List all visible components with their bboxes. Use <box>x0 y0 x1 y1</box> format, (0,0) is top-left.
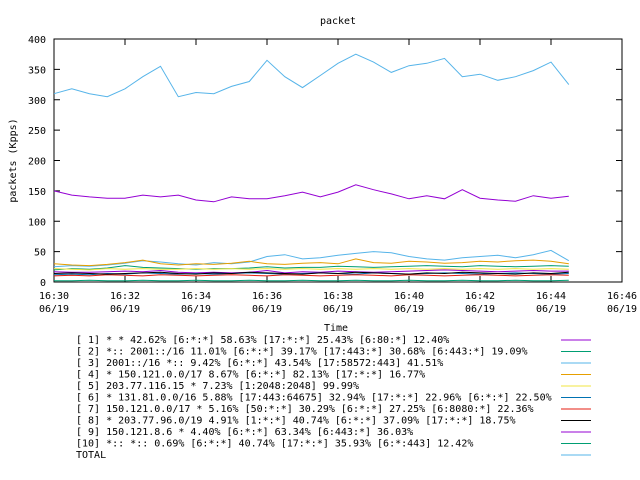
y-axis-label: packets (Kpps) <box>8 118 19 202</box>
x-tick-label-date: 06/19 <box>394 304 424 315</box>
x-tick-label-date: 06/19 <box>181 304 211 315</box>
series-line-9 <box>53 184 569 203</box>
x-tick-label-time: 16:44 <box>536 291 566 302</box>
x-tick-label-date: 06/19 <box>607 304 637 315</box>
legend-entry-label: [10] *:: *:: 0.69% [6:*:*] 40.74% [17:*:… <box>76 439 473 450</box>
x-tick-label-date: 06/19 <box>110 304 140 315</box>
x-tick-label-time: 16:46 <box>607 291 637 302</box>
y-tick-label: 50 <box>34 248 46 259</box>
chart-title: packet <box>320 16 356 27</box>
series-line-5 <box>53 268 569 271</box>
series-line-1 <box>53 269 569 274</box>
x-tick-label-date: 06/19 <box>536 304 566 315</box>
x-tick-label-time: 16:36 <box>252 291 282 302</box>
x-tick-label-date: 06/19 <box>465 304 495 315</box>
y-tick-label: 0 <box>40 278 46 289</box>
x-tick-label-time: 16:32 <box>110 291 140 302</box>
x-tick-label-date: 06/19 <box>39 304 69 315</box>
plot-border <box>53 38 623 283</box>
x-tick-label-time: 16:42 <box>465 291 495 302</box>
x-tick-label-time: 16:40 <box>394 291 424 302</box>
y-tick-label: 400 <box>28 35 46 46</box>
y-tick-label: 250 <box>28 126 46 137</box>
legend-entry-label: [ 2] *:: 2001::/16 11.01% [6:*:*] 39.17%… <box>76 347 528 358</box>
legend-entry-label: [ 7] 150.121.0.0/17 * 5.16% [50:*:*] 30.… <box>76 404 534 415</box>
x-tick-label-time: 16:34 <box>181 291 211 302</box>
packet-chart: packet packets (Kpps) Time 0 50 100 150 200 2… <box>8 16 637 461</box>
legend-entry-label: [ 4] * 150.121.0.0/17 8.67% [6:*:*] 82.1… <box>76 370 425 381</box>
y-tick-label: 100 <box>28 217 46 228</box>
legend-entry-label: [ 3] 2001::/16 *:: 9.42% [6:*:*] 43.54% … <box>76 358 443 369</box>
y-tick-label: 200 <box>28 157 46 168</box>
legend-entry-label: [ 6] * 131.81.0.0/16 5.88% [17:443:64675… <box>76 393 552 404</box>
x-axis-label: Time <box>324 323 348 334</box>
x-tick-label-date: 06/19 <box>323 304 353 315</box>
y-axis-ticks: 0 50 100 150 200 250 300 350 400 <box>28 35 622 289</box>
legend-entry-label: TOTAL <box>76 450 106 461</box>
series-line-7 <box>53 274 569 277</box>
x-tick-label-time: 16:30 <box>39 291 69 302</box>
legend: [ 1] * * 42.62% [6:*:*] 58.63% [17:*:*] … <box>76 335 591 461</box>
plot-frame <box>53 38 623 283</box>
legend-entry-label: [ 9] 150.121.8.6 * 4.40% [6:*:*] 63.34% … <box>76 427 413 438</box>
y-tick-label: 300 <box>28 96 46 107</box>
y-tick-label: 150 <box>28 187 46 198</box>
series-lines <box>53 53 570 282</box>
x-tick-label-date: 06/19 <box>252 304 282 315</box>
legend-entry-label: [ 8] * 203.77.96.0/19 4.91% [1:*:*] 40.7… <box>76 416 516 427</box>
series-line-10 <box>54 279 569 282</box>
legend-entry-label: [ 5] 203.77.116.15 * 7.23% [1:2048:2048]… <box>76 381 359 392</box>
series-line-3 <box>53 249 570 268</box>
legend-entry-label: [ 1] * * 42.62% [6:*:*] 58.63% [17:*:*] … <box>76 335 449 346</box>
series-line-11 <box>53 53 570 98</box>
x-tick-label-time: 16:38 <box>323 291 353 302</box>
y-tick-label: 350 <box>28 65 46 76</box>
